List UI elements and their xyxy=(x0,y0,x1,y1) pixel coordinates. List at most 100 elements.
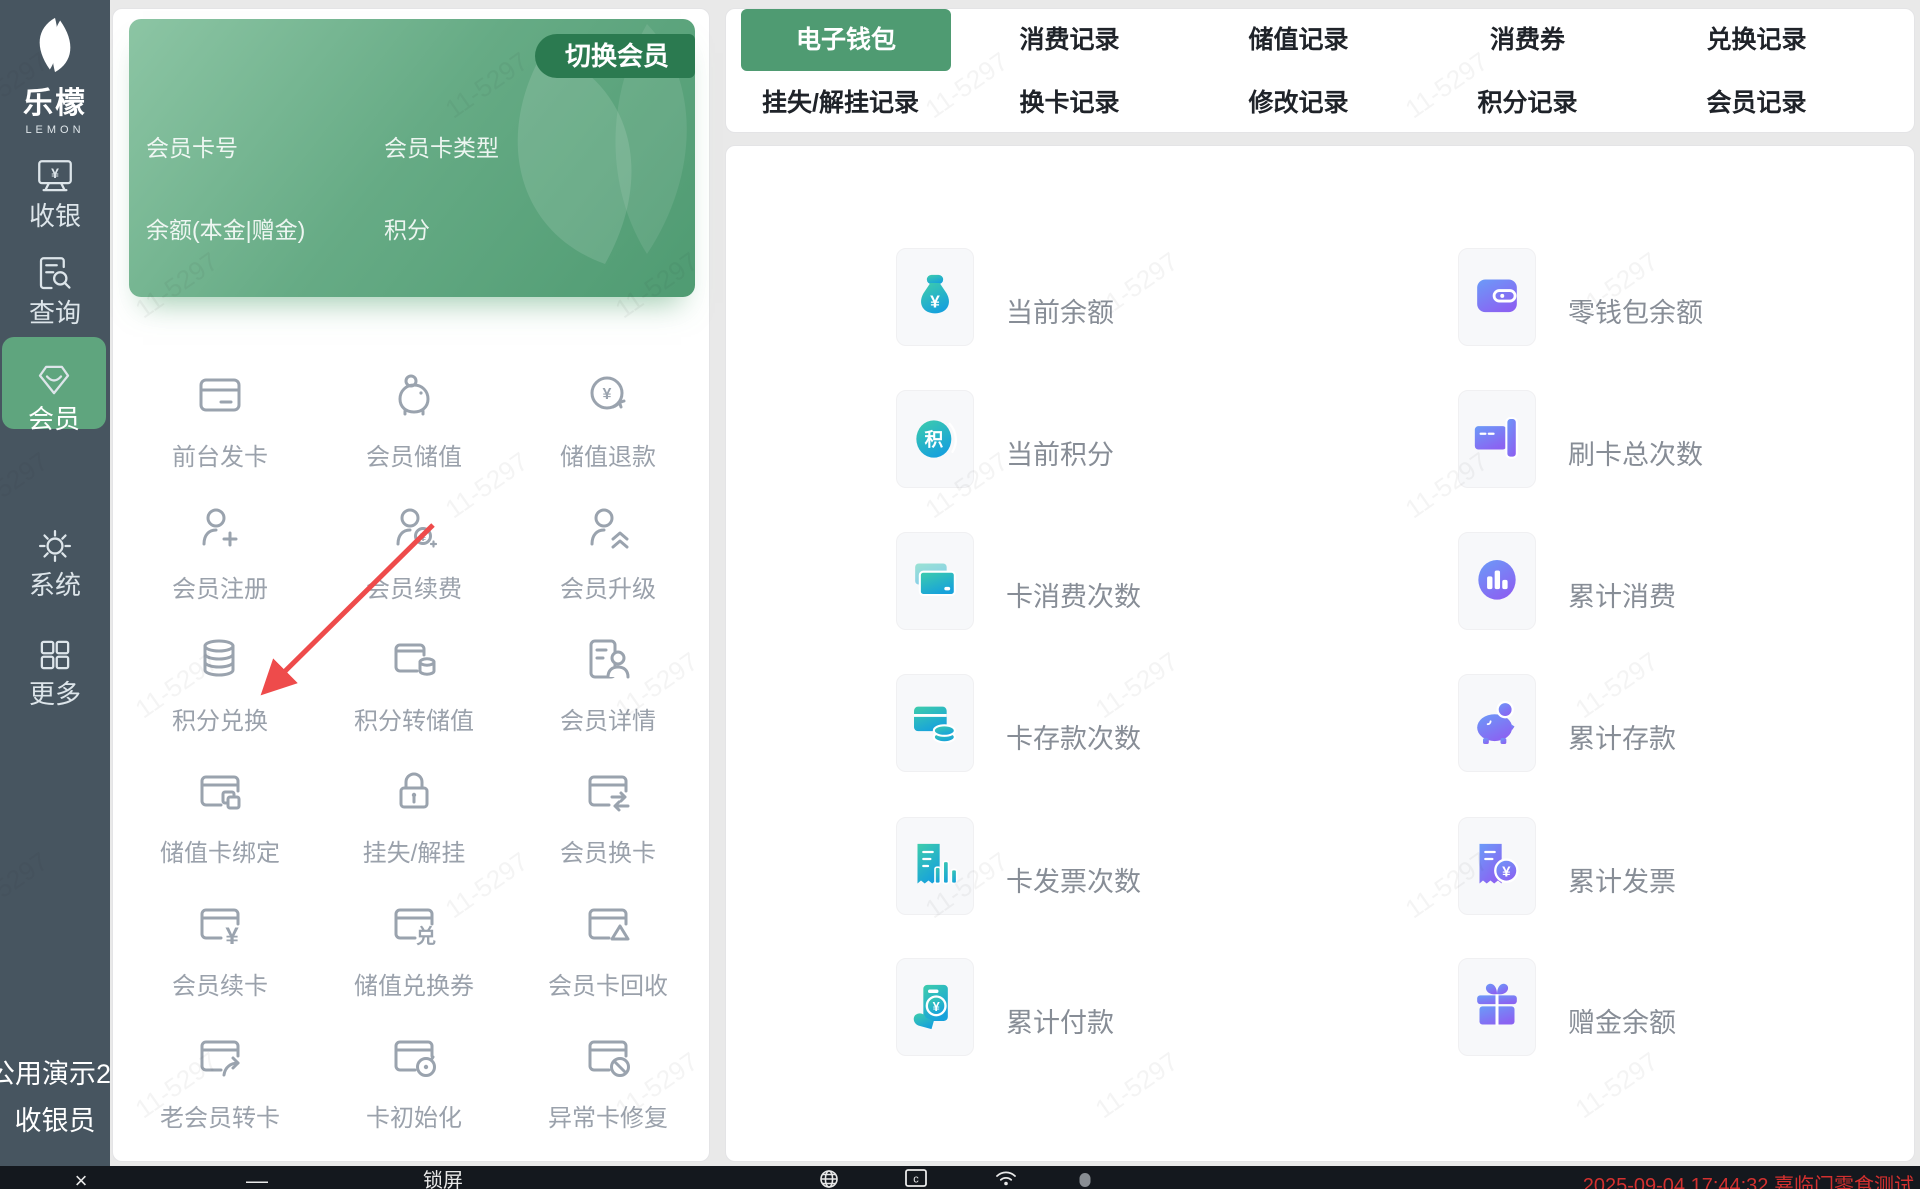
stat-tile: ¥ xyxy=(896,958,974,1056)
tab-6[interactable]: 换卡记录 xyxy=(955,72,1184,134)
stat-label: 累计存款 xyxy=(1568,724,1676,754)
stat-payment-hand: ¥ 累计付款 xyxy=(896,958,1114,1056)
action-issue-card[interactable]: 前台发卡 xyxy=(125,363,315,472)
upgrade-icon xyxy=(513,495,703,559)
action-piggy-deposit[interactable]: 会员储值 xyxy=(319,363,509,472)
card-coins-icon xyxy=(914,706,956,744)
action-label: 卡初始化 xyxy=(366,1105,462,1132)
tab-2[interactable]: 储值记录 xyxy=(1184,9,1413,71)
stat-tile xyxy=(1458,532,1536,630)
stat-tile xyxy=(896,674,974,772)
action-voucher[interactable]: 兑储值兑换券 xyxy=(319,892,509,1001)
sidebar-item-label: 查询 xyxy=(28,298,81,328)
svg-text:¥: ¥ xyxy=(1502,864,1511,881)
taskbar: × — 锁屏 c 2025-09-04 17:44:32 嘉临门零食测试 xyxy=(0,1166,1920,1189)
action-card-transfer[interactable]: 老会员转卡 xyxy=(125,1024,315,1133)
action-card-renew[interactable]: ¥ 会员续卡 xyxy=(125,892,315,1001)
sidebar-item-query[interactable]: 查询 xyxy=(0,231,110,328)
lock-icon xyxy=(319,759,509,823)
action-points-to-value[interactable]: 积分转储值 xyxy=(319,627,509,736)
sidebar-item-label: 更多 xyxy=(28,679,81,709)
card-renew-icon: ¥ xyxy=(125,892,315,956)
member-card: 切换会员 会员卡号 会员卡类型 余额(本金|赠金) 积分 xyxy=(129,19,695,297)
minimize-button[interactable]: — xyxy=(246,1168,268,1189)
svg-text:¥: ¥ xyxy=(225,923,239,948)
tab-3[interactable]: 消费券 xyxy=(1413,9,1642,71)
stat-cards: 卡消费次数 xyxy=(896,532,1141,630)
action-label: 储值兑换券 xyxy=(354,973,474,1000)
issue-card-icon xyxy=(125,363,315,427)
operator-name: 公用演示2 xyxy=(0,1059,112,1089)
action-label: 积分兑换 xyxy=(172,708,268,735)
action-card-bind[interactable]: 储值卡绑定 xyxy=(125,759,315,868)
sidebar-item-more[interactable]: 更多 xyxy=(0,612,110,709)
card-exchange-icon xyxy=(513,759,703,823)
lemon-logo-icon xyxy=(39,17,71,73)
stat-card-swipe: 刷卡总次数 xyxy=(1458,390,1703,488)
record-tabs-panel: 电子钱包 消费记录 储值记录 消费券 兑换记录挂失/解挂记录 换卡记录 修改记录 积分记录 会员… xyxy=(725,8,1915,133)
tab-4[interactable]: 兑换记录 xyxy=(1642,9,1871,71)
stat-wallet: 零钱包余额 xyxy=(1458,248,1703,346)
globe-icon[interactable] xyxy=(818,1168,840,1189)
points-badge-icon: 积 xyxy=(916,420,957,458)
wifi-icon[interactable] xyxy=(994,1168,1018,1189)
action-card-repair[interactable]: 异常卡修复 xyxy=(513,1024,703,1133)
sidebar-item-cashier[interactable]: ¥ 收银 xyxy=(0,134,110,231)
brand-name: 乐檬 xyxy=(23,87,87,120)
wallet-icon xyxy=(1477,279,1517,313)
action-member-detail[interactable]: 会员详情 xyxy=(513,627,703,736)
refund-icon: ¥ xyxy=(513,363,703,427)
action-label: 挂失/解挂 xyxy=(362,840,466,867)
tab-0[interactable]: 电子钱包 xyxy=(741,9,951,71)
card-field-label: 会员卡号 xyxy=(146,135,238,161)
tab-9[interactable]: 会员记录 xyxy=(1642,72,1871,134)
lock-screen-button[interactable]: 锁屏 xyxy=(423,1168,463,1189)
invoice-yen-icon: ¥ xyxy=(1479,843,1519,884)
stat-card-coins: 卡存款次数 xyxy=(896,674,1141,772)
card-field-label: 余额(本金|赠金) xyxy=(146,217,306,243)
tab-8[interactable]: 积分记录 xyxy=(1413,72,1642,134)
stat-invoice-bars: 卡发票次数 xyxy=(896,817,1141,915)
svg-text:c: c xyxy=(913,1174,919,1186)
sidebar-footer: 公用演示2 收银员 xyxy=(0,1052,112,1138)
close-button[interactable]: × xyxy=(75,1168,88,1189)
money-bag-icon: ¥ xyxy=(921,274,949,314)
action-label: 会员详情 xyxy=(560,708,656,735)
svg-text:¥: ¥ xyxy=(603,386,612,403)
sidebar-item-system[interactable]: 系统 xyxy=(0,503,110,600)
input-method-icon[interactable]: c xyxy=(904,1168,928,1189)
svg-text:积: 积 xyxy=(925,429,944,450)
svg-text:兑: 兑 xyxy=(416,924,436,948)
voucher-icon: 兑 xyxy=(319,892,509,956)
stat-label: 累计消费 xyxy=(1568,582,1676,612)
piggy-deposit-icon xyxy=(319,363,509,427)
ewallet-content-panel: ¥ 当前余额 零钱包余额积当前积分 刷卡总次数 卡消费次数 累计消费 卡存款次数 累计存款 卡发… xyxy=(725,145,1915,1162)
tab-5[interactable]: 挂失/解挂记录 xyxy=(726,72,955,134)
action-card-exchange[interactable]: 会员换卡 xyxy=(513,759,703,868)
tab-7[interactable]: 修改记录 xyxy=(1184,72,1413,134)
action-register[interactable]: 会员注册 xyxy=(125,495,315,604)
stat-tile xyxy=(1458,958,1536,1056)
stat-label: 当前余额 xyxy=(1006,298,1114,328)
action-points-exchange[interactable]: 积分兑换 xyxy=(125,627,315,736)
action-label: 储值卡绑定 xyxy=(160,840,280,867)
stat-tile xyxy=(1458,674,1536,772)
stat-tile xyxy=(1458,390,1536,488)
action-label: 会员注册 xyxy=(172,576,268,603)
action-label: 积分转储值 xyxy=(354,708,474,735)
action-lock[interactable]: 挂失/解挂 xyxy=(319,759,509,868)
stat-money-bag: ¥ 当前余额 xyxy=(896,248,1114,346)
action-renew-fee[interactable]: ¥ 会员续费 xyxy=(319,495,509,604)
sidebar-item-member[interactable]: 会员 xyxy=(2,337,106,434)
switch-member-button[interactable]: 切换会员 xyxy=(534,34,695,78)
stat-label: 卡发票次数 xyxy=(1006,867,1141,897)
action-refund[interactable]: ¥ 储值退款 xyxy=(513,363,703,472)
action-card-init[interactable]: 卡初始化 xyxy=(319,1024,509,1133)
card-init-icon xyxy=(319,1024,509,1088)
card-recycle-icon xyxy=(513,892,703,956)
action-label: 异常卡修复 xyxy=(548,1105,668,1132)
tab-1[interactable]: 消费记录 xyxy=(955,9,1184,71)
svg-text:¥: ¥ xyxy=(930,292,940,312)
action-upgrade[interactable]: 会员升级 xyxy=(513,495,703,604)
action-card-recycle[interactable]: 会员卡回收 xyxy=(513,892,703,1001)
